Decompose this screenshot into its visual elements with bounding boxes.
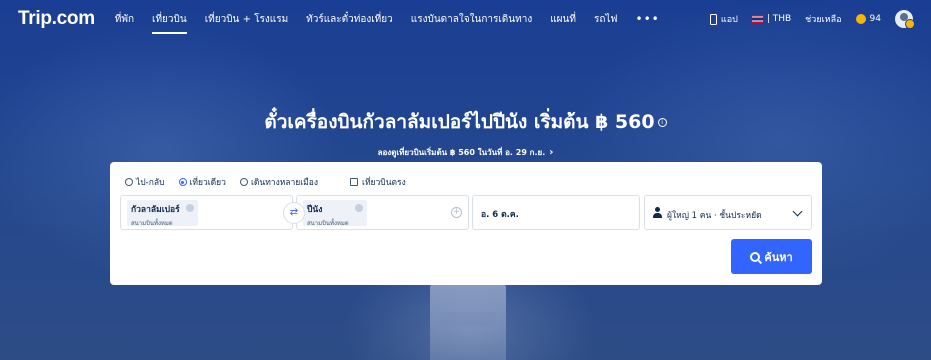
nav-trains[interactable]: รถไฟ xyxy=(594,8,618,31)
cheapest-date-text: ลองดูเที่ยวบินเริ่มต้น ฿ 560 ในวันที่ อ.… xyxy=(377,148,546,157)
header-right: แอป | THB ช่วยเหลือ 94 xyxy=(709,10,915,29)
checkbox-box xyxy=(350,178,359,186)
nav-hotels[interactable]: ที่พัก xyxy=(115,8,134,31)
origin-field[interactable]: กัวลาลัมเปอร์ สนามบินทั้งหมด xyxy=(120,195,293,230)
radio-round-trip[interactable]: ไป-กลับ xyxy=(125,175,165,189)
cheapest-date-link[interactable]: ลองดูเที่ยวบินเริ่มต้น ฿ 560 ในวันที่ อ.… xyxy=(0,146,931,159)
search-button-label: ค้นหา xyxy=(764,250,793,264)
page-title-text: ตั๋วเครื่องบินกัวลาลัมเปอร์ไปปีนัง เริ่ม… xyxy=(264,111,655,133)
radio-multi-city[interactable]: เดินทางหลายเมือง xyxy=(239,175,319,189)
main-nav: ที่พัก เที่ยวบิน เที่ยวบิน + โรงแรม ทัวร… xyxy=(115,8,660,34)
page-title: ตั๋วเครื่องบินกัวลาลัมเปอร์ไปปีนัง เริ่ม… xyxy=(0,107,931,137)
destination-chip: ปีนัง สนามบินทั้งหมด xyxy=(303,200,367,227)
nav-map[interactable]: แผนที่ xyxy=(550,8,576,31)
clear-origin-icon[interactable] xyxy=(185,204,194,212)
avatar[interactable] xyxy=(895,10,915,29)
chevron-down-icon xyxy=(792,206,803,217)
radio-multi-city-label: เดินทางหลายเมือง xyxy=(250,178,319,188)
thai-flag-icon xyxy=(751,15,763,23)
radio-one-way-circle xyxy=(178,178,187,186)
flight-search-card: ไป-กลับ เที่ยวเดียว เดินทางหลายเมือง เที… xyxy=(110,162,822,285)
radio-one-way[interactable]: เที่ยวเดียว xyxy=(178,175,226,189)
nav-flights[interactable]: เที่ยวบิน xyxy=(152,8,187,34)
currency-selector[interactable]: | THB xyxy=(751,14,792,24)
nav-flight-hotel[interactable]: เที่ยวบิน + โรงแรม xyxy=(205,8,288,31)
more-menu-button[interactable]: ••• xyxy=(636,12,660,26)
currency-label: | THB xyxy=(766,14,792,24)
direct-flight-checkbox[interactable]: เที่ยวบินตรง xyxy=(350,175,406,189)
app-link[interactable]: แอป xyxy=(709,12,738,26)
info-icon[interactable]: i xyxy=(657,118,667,127)
passenger-class-selector[interactable]: ผู้ใหญ่ 1 คน · ชั้นประหยัด xyxy=(644,195,812,230)
direct-flight-label: เที่ยวบินตรง xyxy=(362,178,406,188)
trip-logo[interactable]: Trip.com xyxy=(18,8,95,30)
trip-type-options: ไป-กลับ เที่ยวเดียว เดินทางหลายเมือง เที… xyxy=(125,175,406,189)
chevron-right-icon: › xyxy=(549,147,554,158)
radio-multi-city-circle xyxy=(239,178,248,186)
help-link[interactable]: ช่วยเหลือ xyxy=(805,12,841,26)
departure-date: อ. 6 ต.ค. xyxy=(481,210,519,220)
add-destination-icon[interactable]: + xyxy=(451,207,462,218)
points-value: 94 xyxy=(869,14,881,24)
nav-tours-tickets[interactable]: ทัวร์และตั๋วท่องเที่ยว xyxy=(306,8,393,31)
help-label: ช่วยเหลือ xyxy=(805,15,842,25)
radio-round-trip-circle xyxy=(125,178,133,186)
nav-travel-inspiration[interactable]: แรงบันดาลใจในการเดินทาง xyxy=(411,8,532,31)
search-button[interactable]: ค้นหา xyxy=(731,239,812,274)
search-icon xyxy=(750,251,761,262)
person-icon xyxy=(653,207,662,219)
radio-one-way-label: เที่ยวเดียว xyxy=(189,178,226,188)
destination-field[interactable]: ปีนัง สนามบินทั้งหมด + xyxy=(296,195,469,230)
coin-icon xyxy=(855,14,866,24)
origin-city: กัวลาลัมเปอร์ xyxy=(131,205,180,215)
departure-date-field[interactable]: อ. 6 ต.ค. xyxy=(472,195,640,230)
top-header: Trip.com ที่พัก เที่ยวบิน เที่ยวบิน + โร… xyxy=(0,0,931,38)
app-label: แอป xyxy=(720,15,738,25)
origin-airports: สนามบินทั้งหมด xyxy=(131,220,173,227)
passenger-class-text: ผู้ใหญ่ 1 คน · ชั้นประหยัด xyxy=(667,211,762,221)
clear-destination-icon[interactable] xyxy=(354,204,363,212)
destination-airports: สนามบินทั้งหมด xyxy=(307,220,349,227)
destination-city: ปีนัง xyxy=(307,205,323,215)
phone-icon xyxy=(709,13,717,25)
origin-chip: กัวลาลัมเปอร์ สนามบินทั้งหมด xyxy=(127,200,198,227)
swap-cities-button[interactable]: ⇄ xyxy=(283,202,305,224)
points-display[interactable]: 94 xyxy=(855,14,881,24)
radio-round-trip-label: ไป-กลับ xyxy=(136,178,165,188)
landmark-image xyxy=(430,282,506,360)
